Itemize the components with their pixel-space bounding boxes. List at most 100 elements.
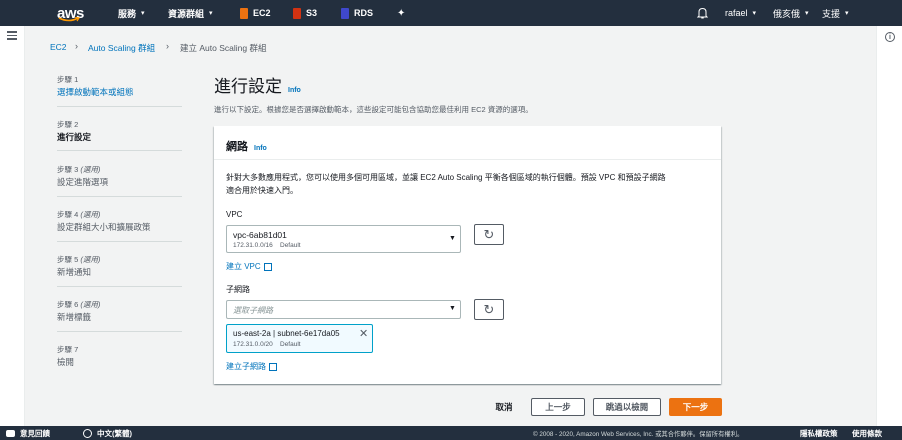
refresh-icon: ↻ — [483, 226, 495, 242]
vpc-select[interactable]: vpc-6ab81d01 172.31.0.0/16 Default ▼ — [226, 225, 461, 253]
page-description: 進行以下設定。根據您是否選擇啟動範本，這些設定可能包含協助您最佳利用 EC2 資… — [214, 105, 533, 114]
remove-subnet-icon[interactable]: ✕ — [359, 327, 368, 340]
divider — [57, 241, 182, 242]
refresh-icon: ↻ — [483, 301, 495, 317]
step-1-title[interactable]: 選擇啟動範本或組態 — [57, 86, 134, 98]
ec2-icon — [240, 7, 248, 19]
feedback-label: 意見回饋 — [20, 428, 50, 438]
create-subnet-label: 建立子網路 — [226, 362, 266, 371]
step-5-title: 新增通知 — [57, 267, 92, 277]
services-label: 服務 — [118, 8, 137, 19]
step-4-title: 設定群組大小和擴展政策 — [57, 222, 151, 232]
chevron-right-icon: › — [75, 41, 78, 51]
page-title: 進行設定 — [214, 77, 282, 96]
copyright-text: © 2008 - 2020, Amazon Web Services, Inc.… — [533, 430, 744, 438]
terms-of-use-link[interactable]: 使用條款 — [852, 426, 882, 440]
chevron-down-icon: ▾ — [752, 10, 757, 17]
rds-icon — [341, 7, 349, 19]
pinned-rds[interactable]: RDS — [341, 0, 373, 26]
step-4-number: 步驟 4 (選用) — [57, 210, 101, 219]
network-info-link[interactable]: Info — [254, 145, 267, 152]
pin-icon[interactable]: ✦ — [397, 0, 405, 26]
pinned-s3[interactable]: S3 — [293, 0, 317, 26]
feedback-link[interactable]: 意見回饋 — [6, 426, 50, 440]
pinned-rds-label: RDS — [354, 8, 374, 18]
region-label: 俄亥俄 — [773, 8, 801, 19]
step-2-title: 進行設定 — [57, 132, 92, 142]
vpc-value: vpc-6ab81d01 — [233, 230, 287, 240]
notifications-bell[interactable] — [697, 0, 708, 26]
chevron-down-icon: ▾ — [845, 10, 849, 17]
support-menu[interactable]: 支援 ▾ — [822, 0, 849, 26]
footer: 意見回饋 中文(繁體) © 2008 - 2020, Amazon Web Se… — [0, 426, 902, 440]
resource-groups-label: 資源群組 — [168, 8, 205, 19]
network-header: 網路 Info — [226, 138, 267, 154]
breadcrumb-asg[interactable]: Auto Scaling 群組 — [88, 42, 155, 54]
chevron-down-icon: ▾ — [209, 10, 213, 17]
vpc-label: VPC — [226, 210, 243, 219]
chevron-down-icon: ▾ — [805, 10, 809, 17]
aws-smile-icon — [58, 17, 80, 22]
step-7-title: 檢閱 — [57, 357, 75, 367]
language-label: 中文(繁體) — [97, 428, 132, 438]
cancel-button[interactable]: 取消 — [490, 398, 518, 416]
region-menu[interactable]: 俄亥俄 ▾ — [773, 0, 809, 26]
divider — [57, 286, 182, 287]
selected-subnet-token: us-east-2a | subnet-6e17da05 172.31.0.0/… — [226, 324, 373, 353]
network-description-line1: 針對大多數應用程式，您可以使用多個可用區域，並讓 EC2 Auto Scalin… — [226, 173, 666, 182]
step-3-number: 步驟 3 (選用) — [57, 165, 101, 174]
divider — [57, 150, 182, 151]
bell-icon — [697, 7, 708, 19]
user-label: rafael — [725, 8, 748, 18]
services-menu[interactable]: 服務 ▾ — [118, 0, 145, 26]
external-link-icon — [269, 362, 277, 371]
step-1-number: 步驟 1 — [57, 75, 79, 84]
create-vpc-link[interactable]: 建立 VPC — [226, 261, 272, 272]
left-rail — [0, 26, 25, 426]
chevron-right-icon: › — [166, 41, 169, 51]
network-description-line2: 適合用於快速入門。 — [226, 186, 298, 195]
pinned-ec2-label: EC2 — [253, 8, 271, 18]
subnet-placeholder: 選取子網路 — [233, 306, 273, 315]
network-panel: 網路 Info 針對大多數應用程式，您可以使用多個可用區域，並讓 EC2 Aut… — [214, 126, 721, 384]
vpc-meta: 172.31.0.0/16 Default — [233, 242, 301, 249]
info-panel-icon[interactable]: i — [885, 32, 895, 42]
page-heading: 進行設定 Info — [214, 72, 301, 97]
caret-down-icon: ▼ — [449, 235, 456, 242]
pinned-ec2[interactable]: EC2 — [240, 0, 271, 26]
step-5-number: 步驟 5 (選用) — [57, 255, 101, 264]
language-selector[interactable]: 中文(繁體) — [83, 426, 132, 440]
caret-down-icon: ▼ — [449, 305, 456, 312]
chat-bubble-icon — [6, 429, 15, 437]
create-vpc-label: 建立 VPC — [226, 262, 261, 271]
external-link-icon — [263, 262, 272, 271]
divider — [214, 159, 721, 160]
next-button[interactable]: 下一步 — [669, 398, 722, 416]
globe-icon — [83, 428, 92, 438]
step-2-number: 步驟 2 — [57, 120, 79, 129]
breadcrumb-ec2[interactable]: EC2 — [50, 42, 67, 52]
step-3-title: 設定進階選項 — [57, 177, 109, 187]
resource-groups-menu[interactable]: 資源群組 ▾ — [168, 0, 213, 26]
selected-subnet-name: us-east-2a | subnet-6e17da05 — [233, 329, 340, 338]
privacy-policy-link[interactable]: 隱私權政策 — [800, 426, 838, 440]
divider — [57, 106, 182, 107]
subnet-refresh-button[interactable]: ↻ — [474, 299, 504, 320]
top-nav: aws 服務 ▾ 資源群組 ▾ EC2 S3 RDS ✦ rafael ▾ 俄亥俄 ▾ … — [0, 0, 902, 26]
previous-button[interactable]: 上一步 — [531, 398, 585, 416]
step-6-title: 新增標籤 — [57, 312, 92, 322]
pinned-s3-label: S3 — [306, 8, 318, 18]
subnet-select[interactable]: 選取子網路 ▼ — [226, 300, 461, 319]
selected-subnet-meta: 172.31.0.0/20 Default — [233, 341, 301, 348]
s3-icon — [293, 7, 301, 19]
divider — [57, 331, 182, 332]
divider — [57, 196, 182, 197]
subnet-label: 子網路 — [226, 285, 250, 294]
user-menu[interactable]: rafael ▾ — [725, 0, 756, 26]
skip-to-review-button[interactable]: 跳過以檢閱 — [593, 398, 661, 416]
create-subnet-link[interactable]: 建立子網路 — [226, 361, 277, 372]
page-info-link[interactable]: Info — [288, 87, 301, 94]
network-title: 網路 — [226, 141, 248, 153]
hamburger-menu-icon[interactable] — [7, 31, 17, 40]
vpc-refresh-button[interactable]: ↻ — [474, 224, 504, 245]
